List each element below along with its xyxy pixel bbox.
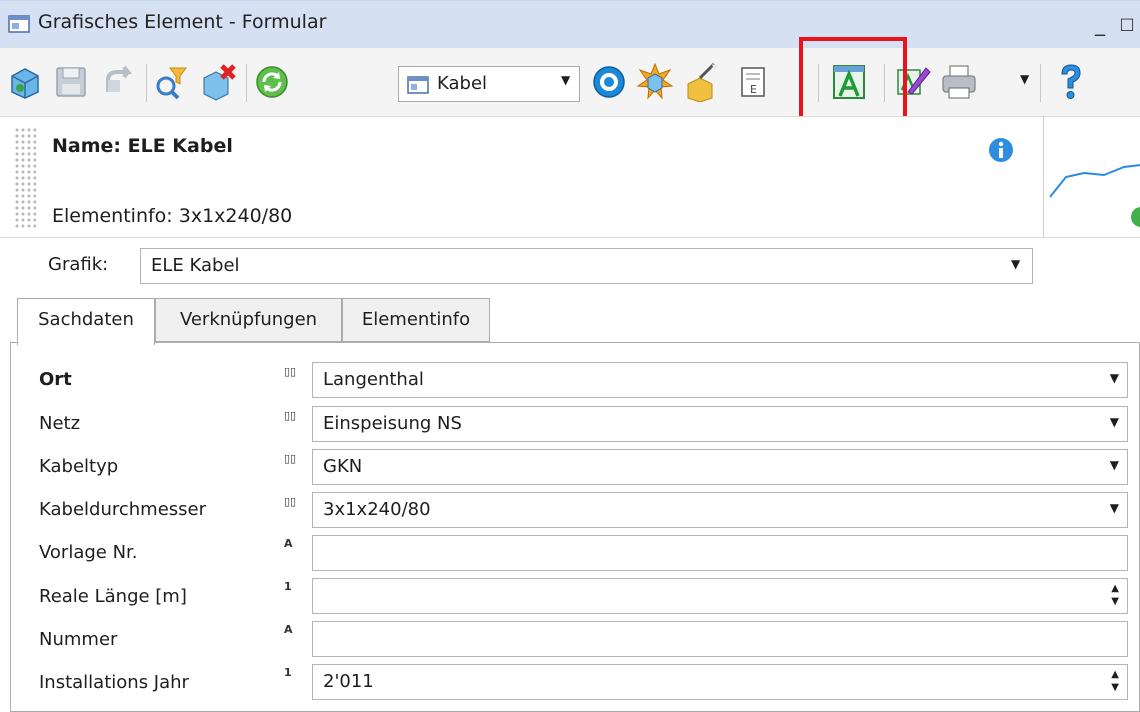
chevron-down-icon[interactable]: ▼ (561, 73, 570, 87)
element-name: Name: ELE Kabel (52, 135, 233, 157)
graphic-preview-panel (1043, 116, 1140, 238)
document-icon[interactable]: E (734, 62, 772, 102)
sachdaten-form: Ort ▯▯ Langenthal ▼ Netz ▯▯ Einspeisung … (10, 342, 1140, 712)
ort-value: Langenthal (323, 369, 424, 390)
print-icon[interactable] (940, 62, 978, 102)
ort-select[interactable]: Langenthal ▼ (312, 362, 1128, 398)
layer-select[interactable]: Kabel ▼ (398, 66, 580, 102)
grafik-select[interactable]: ELE Kabel ▼ (140, 248, 1033, 284)
tab-sachdaten[interactable]: Sachdaten (17, 298, 155, 345)
field-label-netz: Netz (39, 413, 81, 434)
tab-verknuepfungen[interactable]: Verknüpfungen (155, 298, 342, 342)
kabeldurchmesser-select[interactable]: 3x1x240/80 ▼ (312, 492, 1128, 528)
elementinfo-summary: Elementinfo: 3x1x240/80 (52, 205, 293, 227)
spin-buttons-icon[interactable]: ▲ ▼ (1111, 668, 1119, 694)
nummer-input[interactable] (312, 621, 1128, 657)
element-header-panel: Name: ELE Kabel Elementinfo: 3x1x240/80 (0, 116, 1043, 238)
toolbar: Kabel ▼ E ▼ (0, 48, 1140, 116)
kabeltyp-value: GKN (323, 456, 363, 477)
chevron-down-icon[interactable]: ▼ (1110, 458, 1119, 472)
spin-buttons-icon[interactable]: ▲ ▼ (1111, 582, 1119, 608)
drag-grip[interactable] (14, 127, 36, 229)
chevron-down-icon[interactable]: ▼ (1110, 415, 1119, 429)
toolbar-separator (1040, 64, 1041, 102)
maximize-button[interactable]: □ (1115, 11, 1139, 37)
minimize-button[interactable]: _ (1088, 11, 1112, 37)
list-type-icon: ▯▯ (284, 495, 297, 508)
chevron-down-icon[interactable]: ▼ (1011, 257, 1020, 271)
reale-laenge-stepper[interactable]: ▲ ▼ (312, 578, 1128, 614)
undo-icon[interactable] (100, 62, 138, 102)
vorlage-nr-input[interactable] (312, 535, 1128, 571)
filter-icon[interactable] (152, 62, 190, 102)
grafik-label: Grafik: (48, 254, 109, 275)
window-title-bar: Grafisches Element - Formular _ □ (0, 0, 1140, 49)
layer-icon (407, 76, 429, 94)
delete-icon[interactable] (200, 62, 238, 102)
preview-graphic (1049, 164, 1140, 227)
field-label-nummer: Nummer (39, 629, 118, 650)
chevron-down-icon[interactable]: ▼ (1110, 371, 1119, 385)
field-label-installations-jahr: Installations Jahr (39, 672, 189, 693)
globe-icon[interactable] (6, 62, 44, 102)
explode-icon[interactable] (636, 62, 674, 102)
toolbar-separator (146, 64, 147, 102)
print-dropdown-arrow[interactable]: ▼ (1020, 72, 1029, 86)
netz-value: Einspeisung NS (323, 413, 462, 434)
list-type-icon: ▯▯ (284, 365, 297, 378)
field-label-reale-laenge: Reale Länge [m] (39, 586, 187, 607)
target-icon[interactable] (590, 62, 628, 102)
field-label-vorlage-nr: Vorlage Nr. (39, 542, 138, 563)
kabeldurchmesser-value: 3x1x240/80 (323, 499, 431, 520)
layer-select-value: Kabel (437, 73, 488, 94)
window-title: Grafisches Element - Formular (38, 11, 327, 33)
field-label-kabeldurchmesser: Kabeldurchmesser (39, 499, 207, 520)
info-icon[interactable] (988, 137, 1014, 163)
field-label-kabeltyp: Kabeltyp (39, 456, 119, 477)
text-type-icon: A (284, 623, 293, 636)
text-type-icon: A (284, 537, 293, 550)
magic-wand-icon[interactable] (684, 62, 722, 102)
save-icon[interactable] (52, 62, 90, 102)
svg-text:E: E (750, 83, 757, 96)
grafik-select-value: ELE Kabel (151, 255, 240, 276)
toolbar-separator (246, 64, 247, 102)
refresh-icon[interactable] (253, 62, 291, 102)
chevron-down-icon[interactable]: ▼ (1110, 501, 1119, 515)
installations-jahr-stepper[interactable]: 2'011 ▲ ▼ (312, 664, 1128, 700)
highlight-frame (799, 37, 907, 125)
number-type-icon: 1 (284, 580, 292, 593)
list-type-icon: ▯▯ (284, 452, 297, 465)
form-window-icon (8, 15, 30, 33)
list-type-icon: ▯▯ (284, 409, 297, 422)
field-label-ort: Ort (39, 369, 72, 390)
installations-jahr-value: 2'011 (323, 671, 374, 692)
tab-elementinfo[interactable]: Elementinfo (342, 298, 490, 342)
netz-select[interactable]: Einspeisung NS ▼ (312, 406, 1128, 442)
help-icon[interactable] (1052, 62, 1090, 102)
kabeltyp-select[interactable]: GKN ▼ (312, 449, 1128, 485)
number-type-icon: 1 (284, 666, 292, 679)
